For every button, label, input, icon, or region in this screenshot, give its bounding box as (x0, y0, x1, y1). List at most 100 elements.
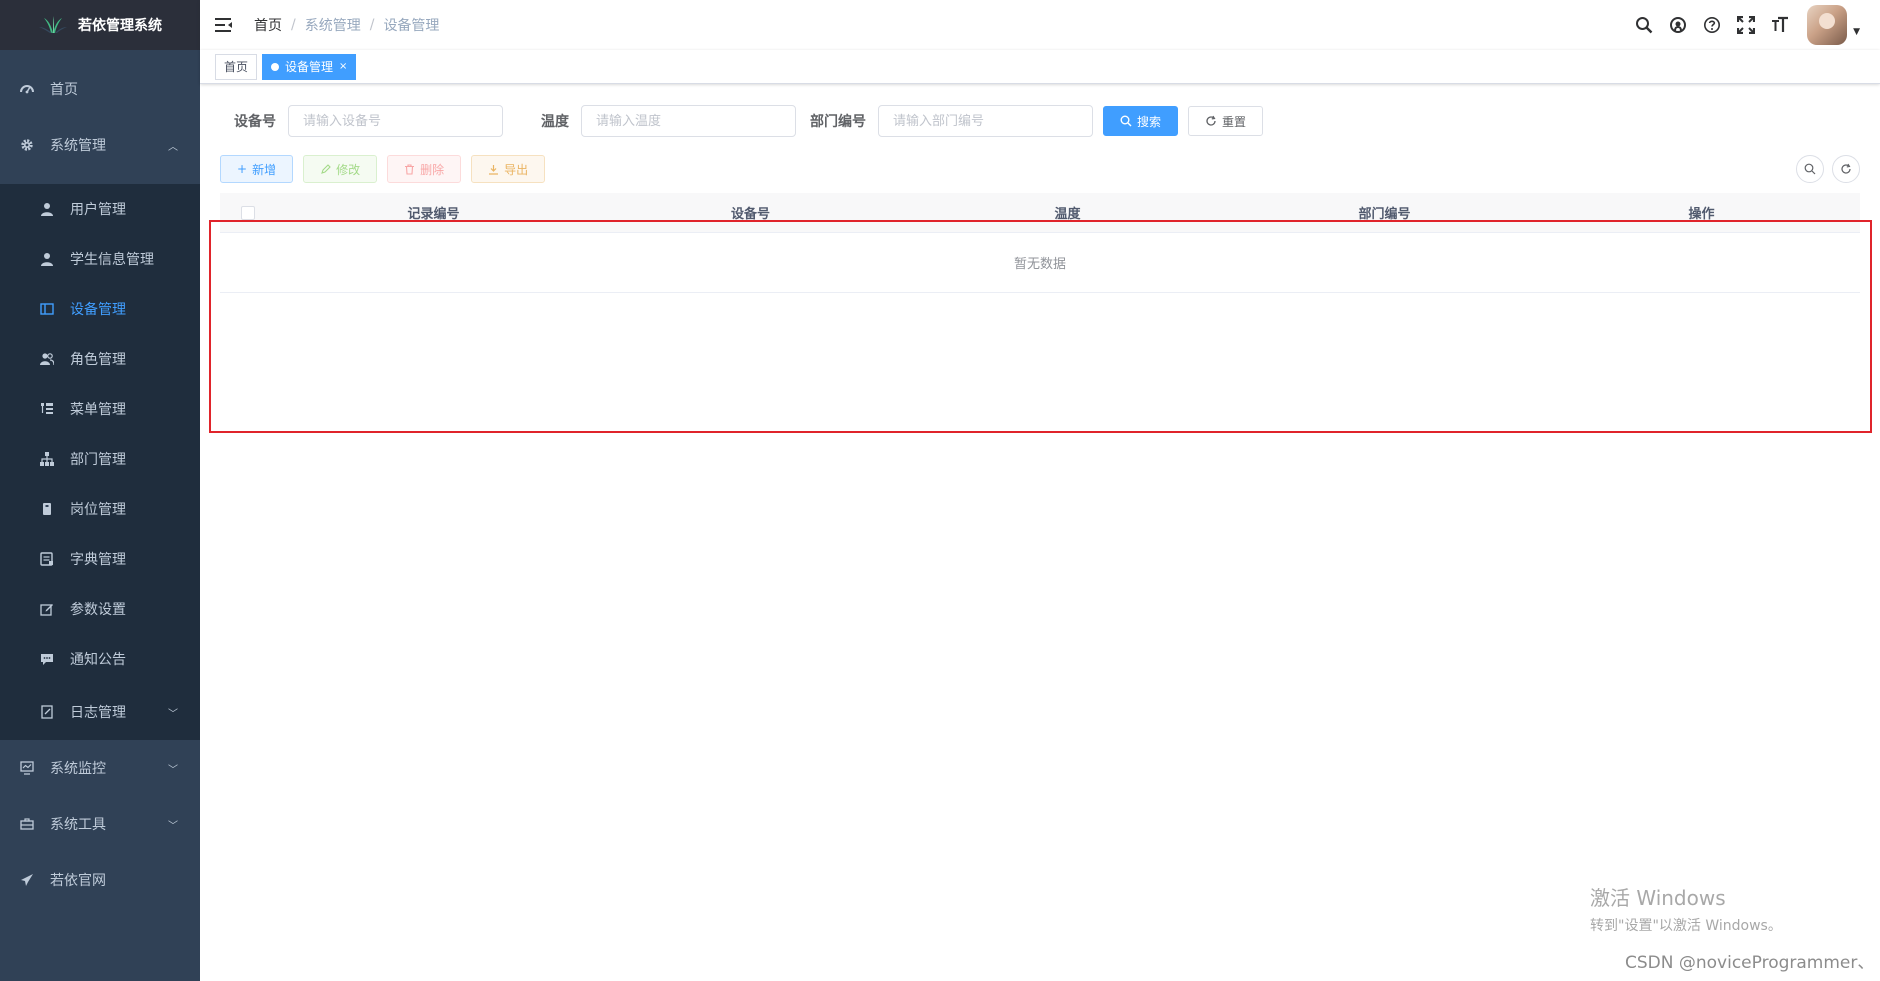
sidebar-item-post[interactable]: 岗位管理 (0, 484, 200, 534)
export-button[interactable]: 导出 (471, 155, 546, 183)
sidebar-item-label: 日志管理 (70, 705, 126, 721)
search-button-label: 搜索 (1137, 114, 1162, 129)
size-select-button[interactable] (1763, 0, 1797, 50)
right-toolbar (1796, 155, 1860, 183)
app-title: 若依管理系统 (78, 18, 162, 34)
sidebar-item-log[interactable]: 日志管理 ﹀ (0, 684, 200, 740)
refresh-icon (1206, 115, 1216, 126)
edit-button-label: 修改 (336, 162, 361, 177)
device-icon (40, 302, 54, 316)
sidebar-item-menu[interactable]: 菜单管理 (0, 384, 200, 434)
breadcrumb-system: 系统管理 (304, 18, 361, 34)
tree-icon (40, 452, 54, 466)
refresh-button[interactable] (1832, 155, 1860, 183)
fullscreen-button[interactable] (1729, 0, 1763, 50)
export-button-label: 导出 (504, 162, 529, 177)
logo-icon (39, 16, 67, 33)
github-icon (1670, 17, 1687, 33)
sidebar-item-tool[interactable]: 系统工具 ﹀ (0, 796, 200, 852)
sidebar: 若依管理系统 首页 系统管理 ︿ 用户管理 学生信息管理 设备管理 角色管理 菜… (0, 0, 200, 981)
search-submit-button[interactable]: 搜索 (1103, 106, 1179, 136)
sidebar-item-monitor[interactable]: 系统监控 ﹀ (0, 740, 200, 796)
github-button[interactable] (1661, 0, 1695, 50)
add-button-label: 新增 (252, 162, 277, 177)
add-button[interactable]: + 新增 (220, 155, 294, 183)
hamburger-button[interactable] (204, 0, 244, 50)
submenu-system: 用户管理 学生信息管理 设备管理 角色管理 菜单管理 部门管理 岗位管理 字典管… (0, 184, 200, 740)
log-icon (40, 705, 54, 719)
chevron-down-icon: ﹀ (168, 820, 178, 832)
sidebar-item-label: 首页 (50, 82, 78, 98)
sidebar-item-label: 部门管理 (70, 452, 126, 468)
delete-button[interactable]: 删除 (387, 155, 462, 183)
sidebar-item-label: 系统管理 (50, 138, 106, 154)
guide-icon (20, 873, 34, 887)
download-icon (489, 164, 499, 175)
tag-label: 设备管理 (285, 59, 334, 74)
tree-table-icon (40, 402, 54, 416)
tag-device[interactable]: 设备管理 × (262, 53, 357, 80)
sidebar-item-notice[interactable]: 通知公告 (0, 634, 200, 684)
sidebar-item-label: 参数设置 (70, 602, 126, 618)
app-main: 设备号 温度 部门编号 搜索 重置 + 新增 修改 删除 导出 (200, 84, 1880, 981)
temperature-input[interactable] (581, 105, 796, 137)
reset-button-label: 重置 (1222, 114, 1247, 129)
edit-icon (40, 602, 54, 616)
sidebar-item-device[interactable]: 设备管理 (0, 284, 200, 334)
sidebar-item-user[interactable]: 用户管理 (0, 184, 200, 234)
select-all-checkbox[interactable] (240, 205, 255, 220)
search-button[interactable] (1627, 0, 1661, 50)
sidebar-item-dept[interactable]: 部门管理 (0, 434, 200, 484)
active-dot-icon (271, 62, 280, 71)
plus-icon: + (237, 162, 248, 176)
temperature-label: 温度 (541, 114, 569, 130)
delete-button-label: 删除 (420, 162, 445, 177)
sidebar-item-role[interactable]: 角色管理 (0, 334, 200, 384)
sidebar-item-label: 菜单管理 (70, 402, 126, 418)
dept-no-input[interactable] (878, 105, 1093, 137)
select-all-cell (220, 205, 275, 220)
breadcrumb: 首页 / 系统管理 / 设备管理 (254, 15, 439, 35)
sidebar-item-label: 系统工具 (50, 817, 106, 833)
chevron-down-icon: ﹀ (168, 764, 178, 776)
csdn-credit: CSDN @noviceProgrammer、 (1625, 953, 1875, 973)
edit-button[interactable]: 修改 (303, 155, 378, 183)
device-no-label: 设备号 (234, 114, 276, 130)
peoples-icon (40, 352, 54, 366)
user-icon (40, 202, 54, 216)
post-icon (40, 502, 54, 516)
device-no-input[interactable] (288, 105, 503, 137)
sidebar-item-guide[interactable]: 若依官网 (0, 852, 200, 908)
search-icon (1804, 163, 1816, 175)
sidebar-item-config[interactable]: 参数设置 (0, 584, 200, 634)
sidebar-item-dict[interactable]: 字典管理 (0, 534, 200, 584)
delete-icon (405, 163, 415, 175)
reset-button[interactable]: 重置 (1188, 106, 1264, 136)
dashboard-icon (20, 82, 34, 96)
sidebar-logo[interactable]: 若依管理系统 (0, 0, 200, 50)
windows-watermark: 激活 Windows 转到"设置"以激活 Windows。 (1590, 882, 1782, 935)
caret-down-icon[interactable]: ▼ (1853, 27, 1860, 37)
help-button[interactable] (1695, 0, 1729, 50)
navbar: 首页 / 系统管理 / 设备管理 ▼ (200, 0, 1880, 50)
avatar[interactable] (1807, 5, 1848, 45)
toggle-search-button[interactable] (1796, 155, 1824, 183)
tag-home[interactable]: 首页 (215, 53, 258, 80)
sidebar-item-label: 字典管理 (70, 552, 126, 568)
highlight-box (209, 220, 1872, 433)
sidebar-item-student[interactable]: 学生信息管理 (0, 234, 200, 284)
tool-icon (20, 817, 34, 831)
gear-icon (20, 138, 34, 152)
sidebar-item-home[interactable]: 首页 (0, 72, 200, 106)
close-icon[interactable]: × (339, 55, 347, 79)
dict-icon (40, 552, 54, 566)
edit-icon (321, 163, 331, 174)
table-toolbar: + 新增 修改 删除 导出 (220, 155, 1860, 183)
sidebar-item-label: 学生信息管理 (70, 252, 154, 268)
dept-no-label: 部门编号 (810, 114, 866, 130)
sidebar-item-label: 设备管理 (70, 302, 126, 318)
sidebar-item-system[interactable]: 系统管理 ︿ (0, 128, 200, 162)
tags-view: 首页 设备管理 × (200, 50, 1880, 84)
question-icon (1704, 17, 1721, 33)
breadcrumb-home[interactable]: 首页 (254, 15, 282, 35)
